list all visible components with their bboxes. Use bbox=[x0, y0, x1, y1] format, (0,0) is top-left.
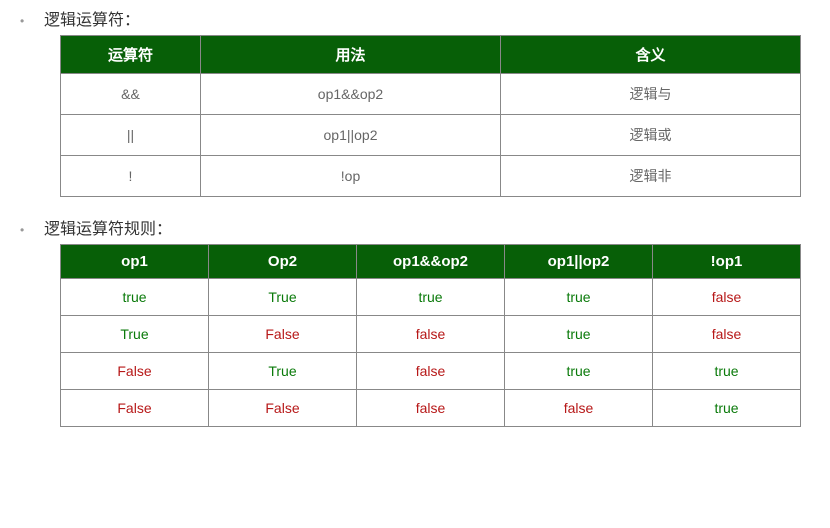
th-and: op1&&op2 bbox=[357, 245, 505, 279]
cell-usage: op1||op2 bbox=[201, 115, 501, 156]
table-row: True False false true false bbox=[61, 316, 801, 353]
table-header-row: 运算符 用法 含义 bbox=[61, 36, 801, 74]
table-header-row: op1 Op2 op1&&op2 op1||op2 !op1 bbox=[61, 245, 801, 279]
cell-usage: !op bbox=[201, 156, 501, 197]
th-not: !op1 bbox=[653, 245, 801, 279]
cell-op2: True bbox=[209, 279, 357, 316]
cell-op2: False bbox=[209, 390, 357, 427]
table-operators: 运算符 用法 含义 && op1&&op2 逻辑与 || op1||op2 逻辑… bbox=[60, 35, 801, 197]
cell-and: false bbox=[357, 390, 505, 427]
cell-or: true bbox=[505, 316, 653, 353]
cell-and: true bbox=[357, 279, 505, 316]
cell-op2: False bbox=[209, 316, 357, 353]
cell-not: false bbox=[653, 279, 801, 316]
cell-op1: True bbox=[61, 316, 209, 353]
cell-usage: op1&&op2 bbox=[201, 74, 501, 115]
cell-not: true bbox=[653, 390, 801, 427]
heading-rules: 逻辑运算符规则： bbox=[44, 215, 172, 239]
th-op1: op1 bbox=[61, 245, 209, 279]
cell-meaning: 逻辑非 bbox=[501, 156, 801, 197]
cell-op1: False bbox=[61, 390, 209, 427]
cell-not: true bbox=[653, 353, 801, 390]
bullet-rules: • 逻辑运算符规则： bbox=[20, 215, 810, 240]
table-rules: op1 Op2 op1&&op2 op1||op2 !op1 true True… bbox=[60, 244, 801, 427]
heading-operators: 逻辑运算符： bbox=[44, 6, 140, 30]
cell-meaning: 逻辑或 bbox=[501, 115, 801, 156]
th-or: op1||op2 bbox=[505, 245, 653, 279]
cell-or: true bbox=[505, 353, 653, 390]
th-operator: 运算符 bbox=[61, 36, 201, 74]
bullet-operators: • 逻辑运算符： bbox=[20, 6, 810, 31]
table-row: && op1&&op2 逻辑与 bbox=[61, 74, 801, 115]
cell-and: false bbox=[357, 353, 505, 390]
cell-op1: False bbox=[61, 353, 209, 390]
cell-op: ! bbox=[61, 156, 201, 197]
bullet-dot-icon: • bbox=[20, 8, 44, 31]
th-meaning: 含义 bbox=[501, 36, 801, 74]
table-row: False False false false true bbox=[61, 390, 801, 427]
bullet-dot-icon: • bbox=[20, 217, 44, 240]
cell-op: && bbox=[61, 74, 201, 115]
th-usage: 用法 bbox=[201, 36, 501, 74]
table-row: || op1||op2 逻辑或 bbox=[61, 115, 801, 156]
cell-op2: True bbox=[209, 353, 357, 390]
table-row: ! !op 逻辑非 bbox=[61, 156, 801, 197]
th-op2: Op2 bbox=[209, 245, 357, 279]
cell-and: false bbox=[357, 316, 505, 353]
cell-not: false bbox=[653, 316, 801, 353]
cell-op: || bbox=[61, 115, 201, 156]
cell-op1: true bbox=[61, 279, 209, 316]
cell-meaning: 逻辑与 bbox=[501, 74, 801, 115]
table-row: False True false true true bbox=[61, 353, 801, 390]
cell-or: true bbox=[505, 279, 653, 316]
table-row: true True true true false bbox=[61, 279, 801, 316]
cell-or: false bbox=[505, 390, 653, 427]
